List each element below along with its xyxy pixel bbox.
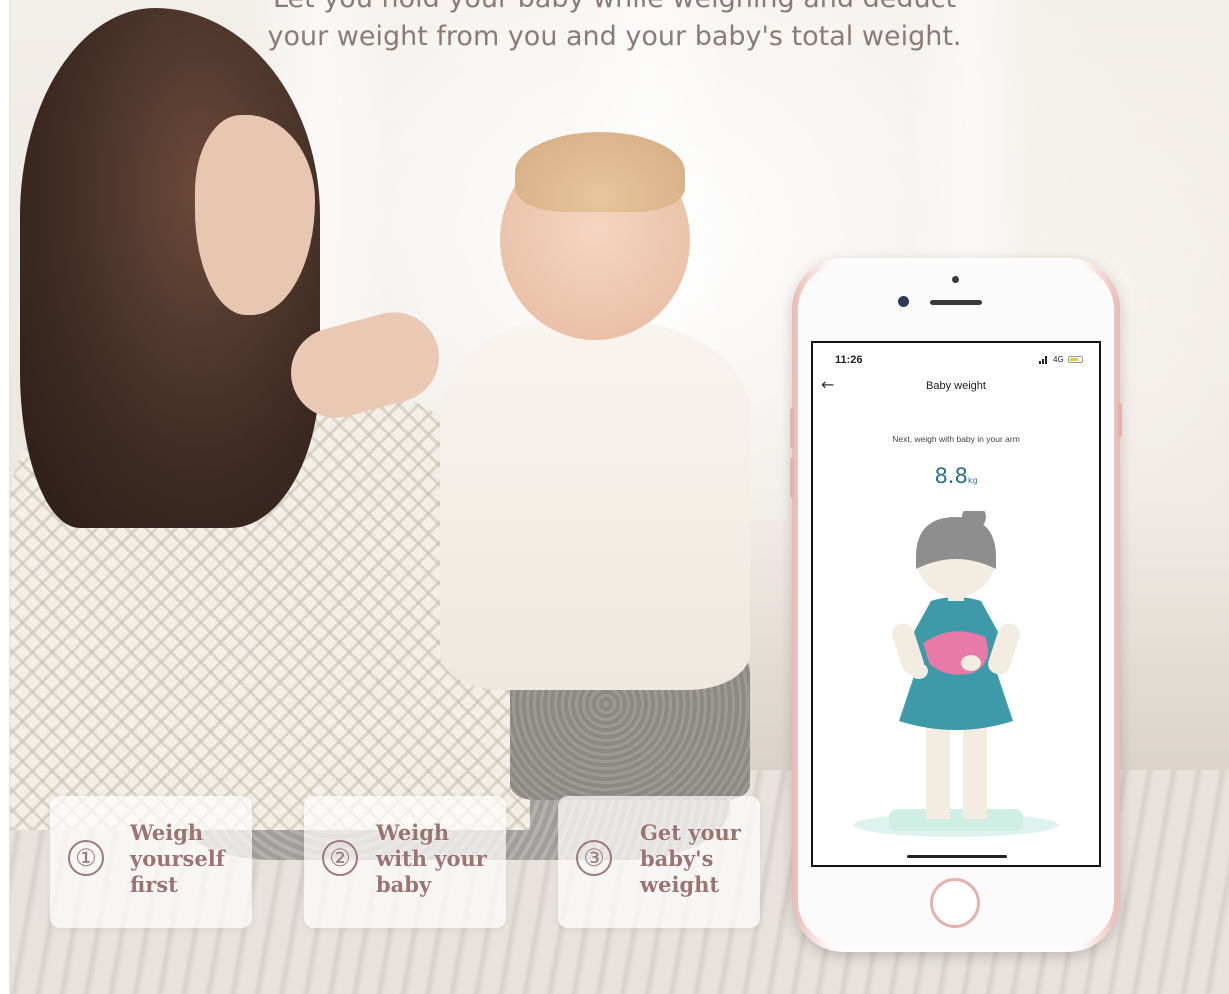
- signal-icon: [1039, 356, 1047, 364]
- step-label: Get your baby's weight: [640, 820, 741, 897]
- step-label: Weigh with your baby: [376, 820, 487, 897]
- earpiece-speaker: [930, 300, 982, 305]
- weight-value: 8.8: [934, 464, 968, 488]
- scale-icon: [889, 809, 1023, 831]
- phone-side-button: [1118, 403, 1122, 437]
- right-leg: [963, 721, 987, 819]
- home-indicator: [907, 855, 1007, 858]
- hand: [910, 663, 928, 679]
- home-button[interactable]: [930, 878, 980, 928]
- step-card-3: ③ Get your baby's weight: [558, 796, 760, 928]
- app-screen: 11:26 4G ← Baby weight Next, weigh with …: [811, 341, 1101, 867]
- weight-readout: 8.8kg: [813, 464, 1099, 488]
- step-card-1: ① Weigh yourself first: [50, 796, 252, 928]
- front-sensor: [952, 276, 959, 283]
- hand: [961, 655, 981, 671]
- step-number: ②: [322, 840, 358, 876]
- network-type: 4G: [1053, 355, 1064, 364]
- battery-icon: [1068, 356, 1083, 363]
- step-label: Weigh yourself first: [130, 820, 225, 897]
- heading-line-2: your weight from you and your baby's tot…: [267, 21, 962, 52]
- heading-line-1: Let you hold your baby while weighing an…: [0, 0, 1229, 18]
- step-card-2: ② Weigh with your baby: [304, 796, 506, 928]
- marketing-heading: Let you hold your baby while weighing an…: [0, 0, 1229, 56]
- left-leg: [926, 721, 950, 819]
- mother-holding-baby-illustration: [854, 511, 1058, 837]
- phone-side-button: [790, 408, 794, 448]
- baby-dress: [440, 320, 750, 690]
- phone-side-button: [790, 458, 794, 498]
- screen-title: Baby weight: [926, 380, 986, 392]
- front-camera: [898, 296, 909, 307]
- status-time: 11:26: [835, 354, 863, 366]
- page-edge: [0, 0, 10, 994]
- step-number: ③: [576, 840, 612, 876]
- weight-unit: kg: [967, 476, 978, 485]
- neck: [948, 591, 964, 601]
- baby-hair: [515, 132, 685, 212]
- instruction-text: Next, weigh with baby in your arm: [892, 434, 1020, 444]
- step-number: ①: [68, 840, 104, 876]
